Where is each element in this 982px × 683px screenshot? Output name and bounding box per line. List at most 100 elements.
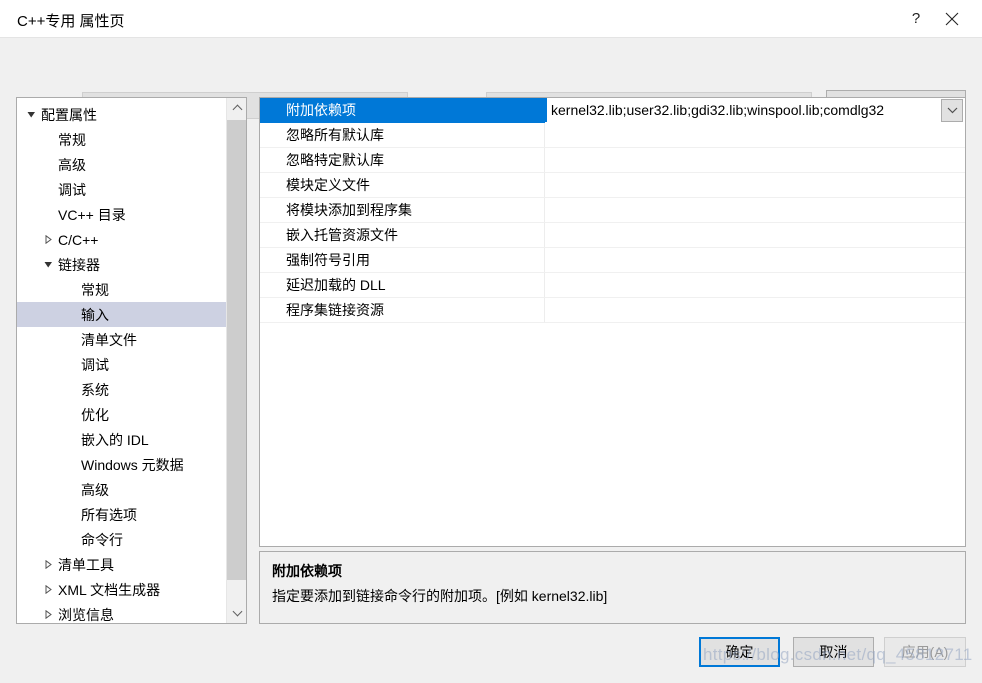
tree-item-label: 命令行 <box>81 531 123 548</box>
tree-item-label: 所有选项 <box>81 506 137 523</box>
tree-item[interactable]: 高级 <box>17 152 226 177</box>
scrollbar-thumb[interactable] <box>227 120 246 580</box>
tree-item[interactable]: XML 文档生成器 <box>17 577 226 602</box>
tree-item-label: 清单文件 <box>81 331 137 348</box>
property-row[interactable]: 附加依赖项 kernel32.lib;user32.lib;gdi32.lib;w… <box>260 98 965 123</box>
close-button[interactable] <box>929 0 975 37</box>
ok-button[interactable]: 确定 <box>699 637 780 667</box>
tree-item-label: 高级 <box>81 481 109 498</box>
property-value-editor[interactable]: kernel32.lib;user32.lib;gdi32.lib;winspo… <box>545 102 941 118</box>
property-value[interactable] <box>545 148 965 173</box>
scroll-up-button[interactable] <box>227 98 246 118</box>
property-row[interactable]: 嵌入托管资源文件 <box>260 223 965 248</box>
tree-item-label: 常规 <box>81 281 109 298</box>
tree-item[interactable]: 配置属性 <box>17 102 226 127</box>
tree-item[interactable]: 清单工具 <box>17 552 226 577</box>
tree-item-label: 清单工具 <box>58 556 114 573</box>
property-row[interactable]: 强制符号引用 <box>260 248 965 273</box>
property-value[interactable] <box>545 273 965 298</box>
tree-item[interactable]: VC++ 目录 <box>17 202 226 227</box>
property-name: 强制符号引用 <box>260 248 545 273</box>
tree-item[interactable]: 高级 <box>17 477 226 502</box>
triangle-down-icon[interactable] <box>40 260 56 269</box>
tree-item-label: VC++ 目录 <box>58 206 126 223</box>
property-name: 延迟加载的 DLL <box>260 273 545 298</box>
description-panel: 附加依赖项 指定要添加到链接命令行的附加项。[例如 kernel32.lib] <box>259 551 966 624</box>
triangle-right-icon[interactable] <box>40 235 56 244</box>
tree-scrollbar[interactable] <box>226 98 246 623</box>
triangle-right-icon[interactable] <box>40 610 56 619</box>
tree-item-label: 优化 <box>81 406 109 423</box>
chevron-down-icon <box>232 606 242 617</box>
tree-item[interactable]: 常规 <box>17 127 226 152</box>
triangle-down-icon[interactable] <box>23 110 39 119</box>
title-bar: C++专用 属性页 ? <box>0 0 982 38</box>
property-name: 附加依赖项 <box>260 98 545 123</box>
tree-item[interactable]: 输入 <box>17 302 226 327</box>
tree-item[interactable]: Windows 元数据 <box>17 452 226 477</box>
tree-item[interactable]: 调试 <box>17 352 226 377</box>
tree-item-label: 调试 <box>81 356 109 373</box>
tree-item-label: C/C++ <box>58 231 99 248</box>
tree-item-label: 常规 <box>58 131 86 148</box>
close-icon <box>945 12 959 25</box>
tree-item[interactable]: 常规 <box>17 277 226 302</box>
tree-item-label: 浏览信息 <box>58 606 114 623</box>
property-row[interactable]: 忽略所有默认库 <box>260 123 965 148</box>
scroll-down-button[interactable] <box>227 603 246 623</box>
question-mark-icon: ? <box>911 10 921 27</box>
description-text: 指定要添加到链接命令行的附加项。[例如 kernel32.lib] <box>272 588 608 604</box>
property-name: 将模块添加到程序集 <box>260 198 545 223</box>
tree-item[interactable]: C/C++ <box>17 227 226 252</box>
property-name: 程序集链接资源 <box>260 298 545 323</box>
tree-item[interactable]: 系统 <box>17 377 226 402</box>
tree-item[interactable]: 浏览信息 <box>17 602 226 623</box>
property-row[interactable]: 延迟加载的 DLL <box>260 273 965 298</box>
tree-item[interactable]: 清单文件 <box>17 327 226 352</box>
tree-item[interactable]: 所有选项 <box>17 502 226 527</box>
property-value[interactable] <box>545 173 965 198</box>
tree-item[interactable]: 调试 <box>17 177 226 202</box>
tree-item-label: 输入 <box>81 306 109 323</box>
property-value[interactable] <box>545 223 965 248</box>
settings-tree-list: 配置属性 常规 高级 调试 VC++ 目录 C/C++ 链接器 常规 输入 清单文件 调试 系统 优化嵌… <box>17 98 226 623</box>
tree-item-label: XML 文档生成器 <box>58 581 161 598</box>
triangle-right-icon[interactable] <box>40 585 56 594</box>
property-value-dropdown-button[interactable] <box>941 98 963 122</box>
property-row[interactable]: 忽略特定默认库 <box>260 148 965 173</box>
tree-item-label: 配置属性 <box>41 106 97 123</box>
tree-item[interactable]: 链接器 <box>17 252 226 277</box>
property-grid-rows: 附加依赖项 kernel32.lib;user32.lib;gdi32.lib;w… <box>260 98 965 323</box>
triangle-right-icon[interactable] <box>40 560 56 569</box>
property-name: 模块定义文件 <box>260 173 545 198</box>
tree-item[interactable]: 命令行 <box>17 527 226 552</box>
property-grid[interactable]: 附加依赖项 kernel32.lib;user32.lib;gdi32.lib;w… <box>259 97 966 547</box>
tree-item-label: 高级 <box>58 156 86 173</box>
tree-item-label: 链接器 <box>58 256 100 273</box>
property-row[interactable]: 模块定义文件 <box>260 173 965 198</box>
property-value[interactable] <box>545 298 965 323</box>
property-name: 忽略特定默认库 <box>260 148 545 173</box>
tree-item[interactable]: 嵌入的 IDL <box>17 427 226 452</box>
description-title: 附加依赖项 <box>272 563 342 579</box>
tree-item-label: Windows 元数据 <box>81 456 184 473</box>
tree-item-label: 嵌入的 IDL <box>81 431 149 448</box>
property-value[interactable] <box>545 248 965 273</box>
cancel-button[interactable]: 取消 <box>793 637 874 667</box>
tree-item-label: 系统 <box>81 381 109 398</box>
property-row[interactable]: 将模块添加到程序集 <box>260 198 965 223</box>
property-value[interactable] <box>545 123 965 148</box>
tree-item[interactable]: 优化 <box>17 402 226 427</box>
property-name: 忽略所有默认库 <box>260 123 545 148</box>
property-value[interactable]: kernel32.lib;user32.lib;gdi32.lib;winspo… <box>545 98 965 123</box>
window-title: C++专用 属性页 <box>17 13 125 30</box>
tree-item-label: 调试 <box>58 181 86 198</box>
chevron-up-icon <box>232 104 242 115</box>
editor-focus-accent <box>545 98 547 122</box>
settings-tree[interactable]: 配置属性 常规 高级 调试 VC++ 目录 C/C++ 链接器 常规 输入 清单文件 调试 系统 优化嵌… <box>16 97 247 624</box>
property-name: 嵌入托管资源文件 <box>260 223 545 248</box>
property-row[interactable]: 程序集链接资源 <box>260 298 965 323</box>
property-value[interactable] <box>545 198 965 223</box>
apply-button: 应用(A) <box>884 637 966 667</box>
configuration-bar: 配置(C): Release 平台(P): 活动(Win32) 配置管理器(O)… <box>0 38 982 121</box>
